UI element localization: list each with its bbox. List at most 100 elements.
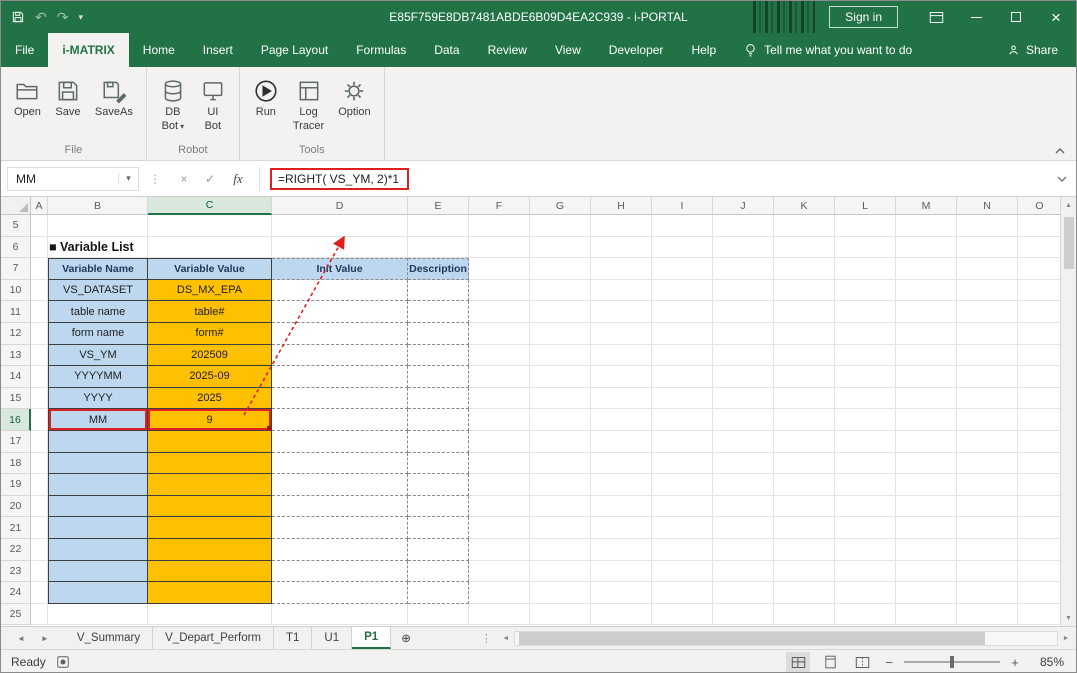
insert-function-icon[interactable]: fx <box>223 171 253 187</box>
tab-data[interactable]: Data <box>420 33 473 67</box>
cell-K23[interactable] <box>774 561 835 583</box>
row-header-24[interactable]: 24 <box>1 582 31 604</box>
cell-B20[interactable] <box>48 496 148 518</box>
cell-L17[interactable] <box>835 431 896 453</box>
row-header-15[interactable]: 15 <box>1 388 31 410</box>
name-box-caret-icon[interactable]: ▾ <box>118 173 138 184</box>
cell-K25[interactable] <box>774 604 835 626</box>
cell-F23[interactable] <box>469 561 530 583</box>
cell-O10[interactable] <box>1018 280 1062 302</box>
new-sheet-icon[interactable]: ⊕ <box>391 627 421 649</box>
column-header-B[interactable]: B <box>48 197 148 215</box>
cell-D20[interactable] <box>272 496 408 518</box>
cell-G16[interactable] <box>530 409 591 431</box>
cell-K17[interactable] <box>774 431 835 453</box>
cell-K16[interactable] <box>774 409 835 431</box>
row-header-20[interactable]: 20 <box>1 496 31 518</box>
cell-E11[interactable] <box>408 301 469 323</box>
cell-L7[interactable] <box>835 258 896 280</box>
cell-F11[interactable] <box>469 301 530 323</box>
cancel-formula-icon[interactable]: × <box>171 172 197 186</box>
maximize-button[interactable] <box>996 1 1036 33</box>
cell-J16[interactable] <box>713 409 774 431</box>
row-header-16[interactable]: 16 <box>1 409 31 431</box>
cell-K22[interactable] <box>774 539 835 561</box>
cell-C20[interactable] <box>148 496 272 518</box>
cell-I17[interactable] <box>652 431 713 453</box>
cell-D11[interactable] <box>272 301 408 323</box>
zoom-slider[interactable] <box>904 661 1000 663</box>
cell-K12[interactable] <box>774 323 835 345</box>
cell-B7[interactable]: Variable Name <box>48 258 148 280</box>
tab-file[interactable]: File <box>1 33 48 67</box>
cell-H14[interactable] <box>591 366 652 388</box>
cell-B22[interactable] <box>48 539 148 561</box>
cell-G14[interactable] <box>530 366 591 388</box>
cell-O23[interactable] <box>1018 561 1062 583</box>
cell-O19[interactable] <box>1018 474 1062 496</box>
cell-D12[interactable] <box>272 323 408 345</box>
cell-F22[interactable] <box>469 539 530 561</box>
cell-L16[interactable] <box>835 409 896 431</box>
sheet-tab-t1[interactable]: T1 <box>274 627 312 649</box>
cell-G10[interactable] <box>530 280 591 302</box>
sheet-tab-u1[interactable]: U1 <box>312 627 352 649</box>
vertical-scroll-thumb[interactable] <box>1064 217 1074 269</box>
cell-K13[interactable] <box>774 345 835 367</box>
cell-D24[interactable] <box>272 582 408 604</box>
cell-E17[interactable] <box>408 431 469 453</box>
cell-F7[interactable] <box>469 258 530 280</box>
cell-M18[interactable] <box>896 453 957 475</box>
cell-H18[interactable] <box>591 453 652 475</box>
cell-O18[interactable] <box>1018 453 1062 475</box>
zoom-in-icon[interactable]: + <box>1008 655 1022 670</box>
cell-D18[interactable] <box>272 453 408 475</box>
cell-H5[interactable] <box>591 215 652 237</box>
row-header-19[interactable]: 19 <box>1 474 31 496</box>
cell-B11[interactable]: table name <box>48 301 148 323</box>
ui-bot-button[interactable]: UI Bot <box>193 71 233 136</box>
cell-C25[interactable] <box>148 604 272 626</box>
cell-L10[interactable] <box>835 280 896 302</box>
row-header-14[interactable]: 14 <box>1 366 31 388</box>
cell-H16[interactable] <box>591 409 652 431</box>
cell-K20[interactable] <box>774 496 835 518</box>
cell-N18[interactable] <box>957 453 1018 475</box>
cell-M19[interactable] <box>896 474 957 496</box>
normal-view-icon[interactable] <box>786 652 810 672</box>
cell-E18[interactable] <box>408 453 469 475</box>
cell-B10[interactable]: VS_DATASET <box>48 280 148 302</box>
cell-H24[interactable] <box>591 582 652 604</box>
column-header-J[interactable]: J <box>713 197 774 215</box>
cell-J10[interactable] <box>713 280 774 302</box>
cell-I19[interactable] <box>652 474 713 496</box>
cell-K21[interactable] <box>774 517 835 539</box>
tab-home[interactable]: Home <box>129 33 189 67</box>
tab-developer[interactable]: Developer <box>595 33 678 67</box>
cell-I15[interactable] <box>652 388 713 410</box>
cell-L24[interactable] <box>835 582 896 604</box>
cell-A19[interactable] <box>31 474 48 496</box>
sheet-tab-v-depart-perform[interactable]: V_Depart_Perform <box>153 627 274 649</box>
row-header-22[interactable]: 22 <box>1 539 31 561</box>
cell-I16[interactable] <box>652 409 713 431</box>
cell-F17[interactable] <box>469 431 530 453</box>
cell-E13[interactable] <box>408 345 469 367</box>
cell-O16[interactable] <box>1018 409 1062 431</box>
cell-M24[interactable] <box>896 582 957 604</box>
cell-E16[interactable] <box>408 409 469 431</box>
cell-H15[interactable] <box>591 388 652 410</box>
cell-B6[interactable]: ■ Variable List <box>48 237 148 259</box>
zoom-out-icon[interactable]: − <box>882 655 896 670</box>
cell-I14[interactable] <box>652 366 713 388</box>
cell-L11[interactable] <box>835 301 896 323</box>
cell-N19[interactable] <box>957 474 1018 496</box>
cell-H19[interactable] <box>591 474 652 496</box>
cell-M12[interactable] <box>896 323 957 345</box>
cell-L25[interactable] <box>835 604 896 626</box>
cell-N11[interactable] <box>957 301 1018 323</box>
cell-K6[interactable] <box>774 237 835 259</box>
cell-B15[interactable]: YYYY <box>48 388 148 410</box>
cell-N24[interactable] <box>957 582 1018 604</box>
share-button[interactable]: Share <box>989 33 1076 67</box>
